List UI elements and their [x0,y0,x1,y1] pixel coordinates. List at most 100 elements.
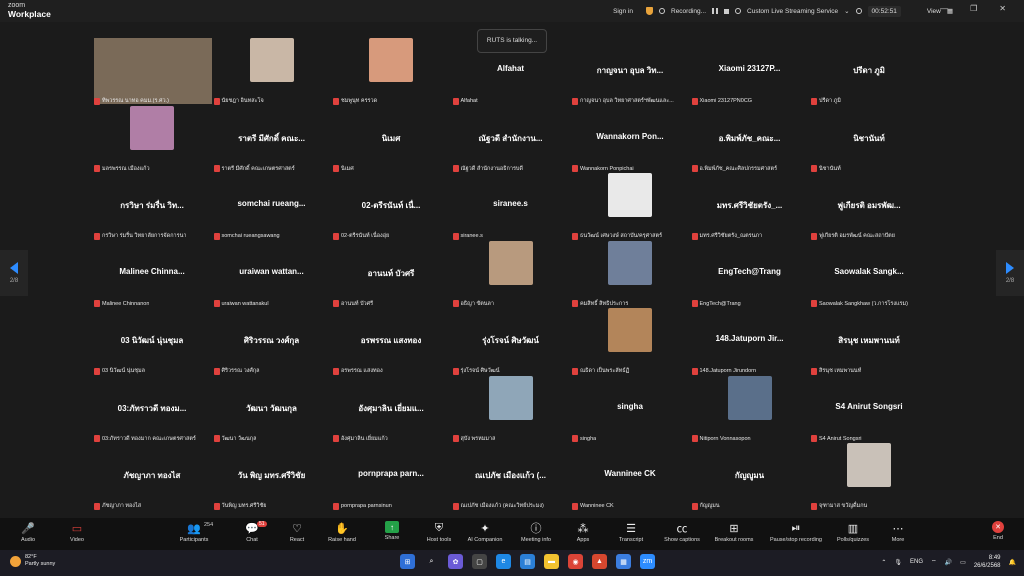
pause-recording-button[interactable]: ⏯ Pause/stop recording [768,521,824,544]
breakout-rooms-button[interactable]: ⊞ Breakout rooms [706,521,762,544]
participant-tile[interactable]: Malinee Chinna... Malinee Chinnanon [92,241,212,309]
participant-tile[interactable]: สุบัง พรหมมาส [451,375,571,444]
participant-tile[interactable]: นัยชฎา อินทสะโจ [212,38,332,106]
participant-tile[interactable]: ทิพวรรณ นาทอ คมม.(ร.ศว.) [92,38,212,106]
participant-tile[interactable]: Saowalak Sangk... Saowalak Sangkhaw (ว.กา… [809,241,929,309]
participant-tile[interactable]: ราตรี มีศักดิ์ คณะ... ราตรี มีศักดิ์ คณะเ… [212,106,332,174]
participant-tile[interactable]: รุ่งโรจน์ ศิษวัฒน์ รุ่งโรจน์ ศิษวัฒน์ [451,308,571,376]
participant-tile[interactable]: Wanninee CK Wanninee CK [570,443,690,511]
participant-tile[interactable]: อังศุมาลิน เยี่ยมแ... อังศุมาลิน เยี่ยมแก… [331,376,451,444]
participant-tile[interactable]: ณธิดา เป็นพระลัทธ์ฏิ [570,308,690,376]
weather-widget[interactable]: 82°F Partly sunny [10,554,55,568]
chevron-down-icon[interactable]: ⌄ [844,7,849,15]
minimize-icon[interactable]: — [940,4,948,13]
participant-name-label: อานนท์ บัวศรี [333,299,373,309]
copilot-icon[interactable]: ✿ [448,554,463,569]
participant-tile[interactable]: มลรพรรณ เมืองแก้ว [92,105,212,174]
participant-tile[interactable]: somchai rueang... somchai rueangsawang [212,173,332,241]
participant-tile[interactable]: uraiwan wattan... uraiwan wattanakul [212,241,332,309]
participant-tile[interactable]: Wannakorn Pon... Wannakorn Ponpichai [570,106,690,174]
participant-tile[interactable]: ปรีดา ภูมิ ปรีดา ภูมิ [809,38,929,106]
participant-tile[interactable]: คมสิทธิ์ สิทธิประการ [570,240,690,309]
chevron-up-icon[interactable]: ⌃ [881,559,886,566]
participant-tile[interactable]: S4 Anirut Songsri S4 Anirut Songsri [809,376,929,444]
participant-tile[interactable]: siranee.s siranee.s [451,173,571,241]
restore-icon[interactable]: ❐ [970,4,977,13]
language-indicator[interactable]: ENG [910,559,923,565]
participant-tile[interactable]: ชมพูนุท ครรวด [331,38,451,106]
participant-tile[interactable]: วัฒนา วัฒนกุล วัฒนา วัฒนกุล [212,376,332,444]
participant-tile[interactable]: singha singha [570,376,690,444]
mic-muted-icon [452,97,459,105]
mic-muted-icon [213,502,220,510]
streaming-service-dropdown[interactable]: Custom Live Streaming Service [747,8,838,15]
participant-tile[interactable]: ฟูเกียรติ อมรพัฒ... ฟูเกียรติ อมรพัฒน์ คณ… [809,173,929,241]
participant-tile[interactable]: อ.พิมพ์ภัช_คณะ... อ.พิมพ์ภัช_คณะศิลปกรรมศ… [690,106,810,174]
transcript-button[interactable]: ☰ Transcript [603,521,659,544]
audio-button[interactable]: 🎤 Audio [0,521,56,544]
title-bar: zoom Workplace Sign in Recording... Cust… [0,0,1024,22]
edge-browser-icon[interactable]: e [496,554,511,569]
participant-tile[interactable]: 03 นิวัฒน์ นุ่นชุมล 03 นิวัฒน์ นุ่นชุมล [92,308,212,376]
participant-tile[interactable]: EngTech@Trang EngTech@Trang [690,241,810,309]
store-icon[interactable]: ▤ [520,554,535,569]
view-button[interactable]: View [927,8,941,15]
file-explorer-icon[interactable]: ▬ [544,554,559,569]
zoom-app-icon[interactable]: zm [640,554,655,569]
participant-tile[interactable]: วัน พิญ มทร.ศรีวิชัย วันพิญ มทร.ศรีวิชัย [212,443,332,511]
battery-icon[interactable]: ▭ [960,559,966,566]
participant-tile[interactable]: 02-ตรีรนันท์ เนื่... 02-ตรีรนันท์ เนื่องอ… [331,173,451,241]
stop-recording-icon[interactable] [724,8,730,14]
clock[interactable]: 8:49 26/6/2568 [974,554,1001,570]
volume-icon[interactable]: 🔊 [945,559,952,566]
show-captions-button[interactable]: ㏄ Show captions [654,521,710,543]
raise-hand-button[interactable]: ✋ Raise hand [314,521,370,544]
sign-in-button[interactable]: Sign in [606,8,640,15]
security-shield-icon[interactable] [646,7,653,15]
close-icon[interactable]: ✕ [999,4,1006,13]
participant-tile[interactable]: ธนวัฒน์ เศษวงษ์ สถาบัน/ครุศาสตร์ [570,173,690,241]
microphone-tray-icon[interactable]: 🎙 [894,559,902,566]
next-page-button[interactable]: 2/8 [996,250,1024,296]
participant-tile[interactable]: 148.Jatuporn Jir... 148.Jatuporn Jirundor… [690,308,810,376]
end-meeting-button[interactable]: ✕ End [970,521,1024,541]
participant-tile[interactable]: จุฑามาส ขวัญดื่มกน [809,443,929,511]
participant-tile[interactable]: ณเปภัช เมืองแก้ว (... ณเปภัช เมืองแก้ว (ค… [451,443,571,511]
windows-start-icon[interactable]: ⊞ [400,554,415,569]
participant-tile[interactable]: กัญญูมน กัญญูมน [690,443,810,511]
participant-tile[interactable]: มทร.ศรีวิชัยตรัง_... มทร.ศรีวิชัยตรัง_ณตร… [690,173,810,241]
video-button[interactable]: ▭ Video [49,521,105,544]
participant-tile[interactable]: ศิริวรรณ วงศ์กุล ศิริวรรณ วงศ์กุล [212,308,332,376]
participant-name-label: EngTech@Trang [691,299,741,309]
more-button[interactable]: ⋯ More [870,521,926,544]
participant-tile[interactable]: 03:ภัทราวดี ทองม... 03:ภัทราวดี ทองมาก คณ… [92,376,212,444]
participant-tile[interactable]: Nitiporn Vonnasopon [690,375,810,444]
participant-tile[interactable]: อรพรรณ แสงทอง อรพรรณ แสงทอง [331,308,451,376]
participant-tile[interactable]: นิชานันท์ นิชานันท์ [809,106,929,174]
participants-button[interactable]: 👥 254 Participants [166,521,222,543]
participant-tile[interactable]: ภัชญาภา ทองไส ภัชญาภา ทองไส [92,443,212,511]
wifi-icon[interactable]: ⌔ [931,558,937,566]
task-view-icon[interactable]: ▢ [472,554,487,569]
ai-companion-button[interactable]: ✦ AI Companion [457,521,513,544]
participant-tile[interactable]: กรวิษา ร่มรื่น วิท... กรวิษา ร่มรื่น วิทย… [92,173,212,241]
participant-tile[interactable]: อธิญา ขัตนลา [451,240,571,309]
calendar-app-icon[interactable]: ▦ [616,554,631,569]
participant-name: รุ่งโรจน์ ศิษวัฒน์ [460,368,500,374]
participant-tile[interactable]: สิรนุช เหมพานนท์ สิรนุช เหมพานนท์ [809,308,929,376]
participant-tile[interactable]: ณัฐวดี สำนักงาน... ณัฐวดี สำนักงานอธิการบ… [451,106,571,174]
participant-tile[interactable]: นิเมศ นิเมศ [331,106,451,174]
participant-tile[interactable]: Alfahat Alfahat [451,38,571,106]
mic-muted-icon [94,367,100,375]
participant-tile[interactable]: pornprapa parn... pornprapa parnsinun [331,443,451,511]
notification-bell-icon[interactable]: 🔔 [1009,559,1016,566]
participant-tile[interactable]: Xiaomi 23127P... Xiaomi 23127PN0CG [690,38,810,106]
previous-page-button[interactable]: 2/8 [0,250,28,296]
office-icon[interactable]: ▲ [592,554,607,569]
more-label: More [891,537,905,543]
participant-tile[interactable]: กาญจนา อุบล วิท... กาญจนา อุบล วิทยาศาสตร… [570,38,690,106]
chrome-icon[interactable]: ◉ [568,554,583,569]
participant-tile[interactable]: อานนท์ บัวศรี อานนท์ บัวศรี [331,241,451,309]
pause-recording-icon[interactable] [712,8,719,14]
search-icon[interactable]: ⌕ [424,554,439,569]
